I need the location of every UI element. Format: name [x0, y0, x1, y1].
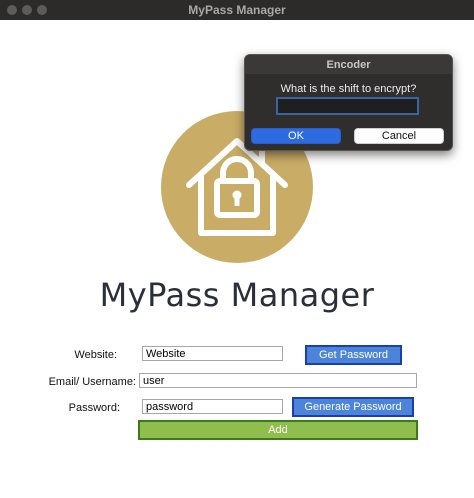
encoder-dialog: Encoder What is the shift to encrypt? OK… [244, 54, 453, 151]
cancel-button[interactable]: Cancel [354, 128, 444, 144]
add-button[interactable]: Add [138, 420, 418, 440]
ok-button[interactable]: OK [251, 128, 341, 144]
email-label: Email/ Username: [48, 376, 136, 388]
close-window-button[interactable] [7, 5, 17, 15]
window-title: MyPass Manager [188, 3, 286, 17]
shift-input[interactable] [276, 97, 419, 115]
dialog-prompt: What is the shift to encrypt? [280, 83, 417, 95]
dialog-title: Encoder [245, 55, 452, 74]
email-input[interactable] [139, 373, 417, 388]
generate-password-button[interactable]: Generate Password [292, 397, 414, 417]
minimize-window-button[interactable] [22, 5, 32, 15]
app-wordmark: MyPass Manager [99, 276, 375, 314]
zoom-window-button[interactable] [37, 5, 47, 15]
title-bar: MyPass Manager [0, 0, 474, 20]
password-label: Password: [68, 402, 120, 414]
website-input[interactable] [142, 346, 283, 361]
password-input[interactable] [142, 399, 283, 414]
get-password-button[interactable]: Get Password [305, 345, 402, 365]
website-label: Website: [74, 349, 117, 361]
